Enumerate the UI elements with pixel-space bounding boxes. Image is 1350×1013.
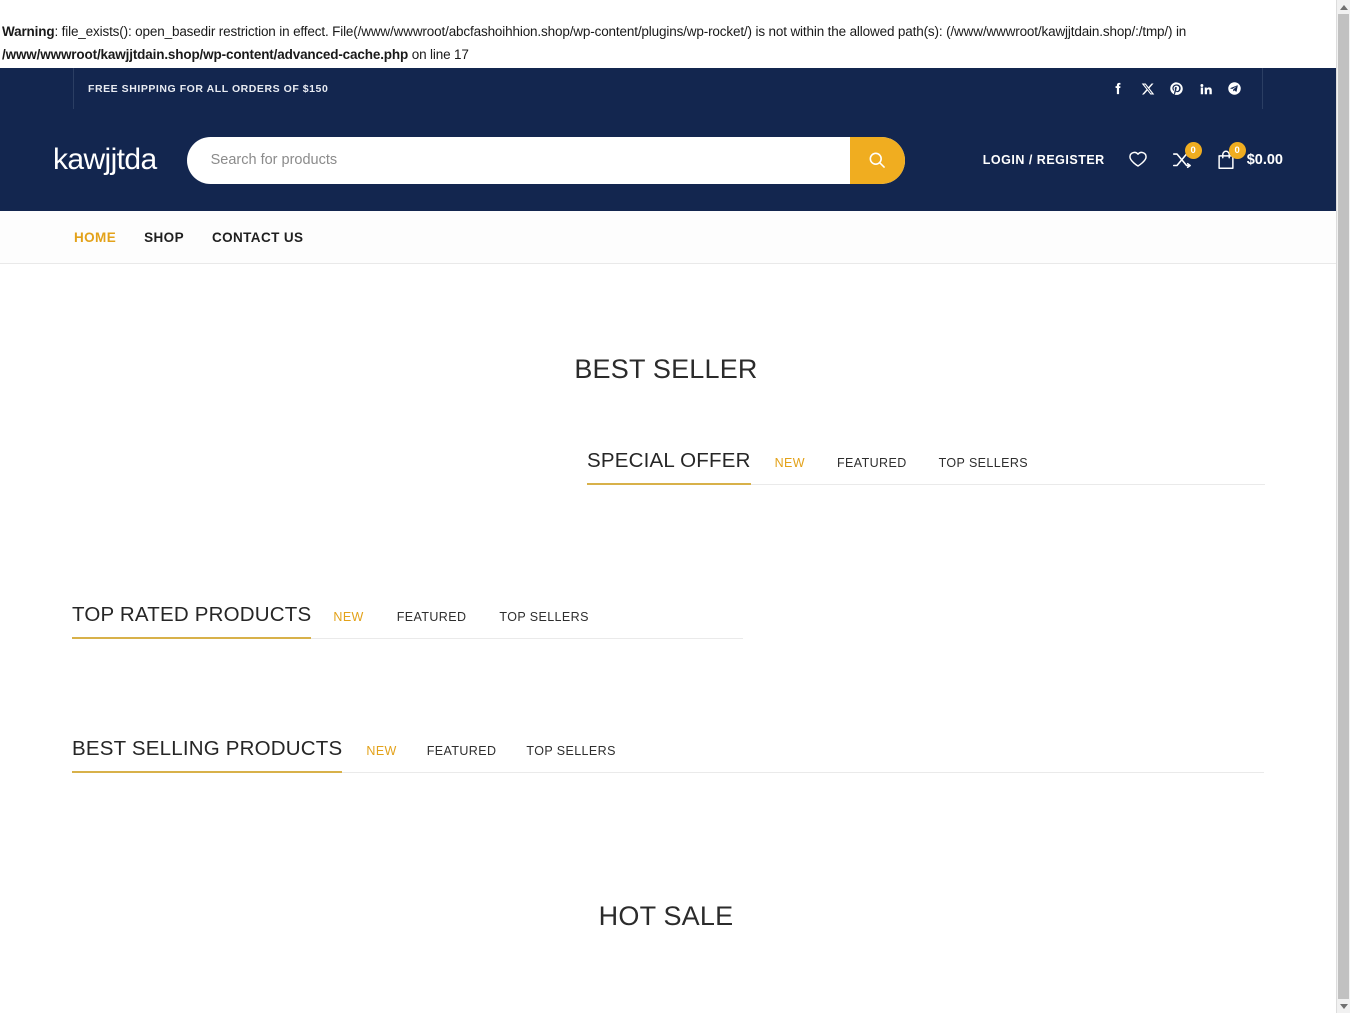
top-bar-inner: FREE SHIPPING FOR ALL ORDERS OF $150 [73, 68, 1263, 109]
nav-inner: HOME SHOP CONTACT US [72, 230, 1264, 245]
tab-top-rated-top-sellers[interactable]: TOP SELLERS [499, 610, 588, 638]
php-warning-path: /www/wwwroot/kawjjtdain.shop/wp-content/… [2, 47, 408, 62]
x-twitter-icon[interactable] [1140, 81, 1155, 96]
best-selling-products-tabs: BEST SELLING PRODUCTS NEW FEATURED TOP S… [72, 737, 1264, 773]
scroll-down-button[interactable] [1337, 999, 1350, 1013]
tab-special-featured[interactable]: FEATURED [837, 456, 907, 484]
search-bar [187, 137, 905, 184]
best-seller-heading: BEST SELLER [0, 354, 1334, 385]
top-rated-products-tabs: TOP RATED PRODUCTS NEW FEATURED TOP SELL… [72, 603, 743, 639]
header-inner: kawjjtda LOGIN / REGISTER [53, 137, 1283, 184]
compare-button[interactable]: 0 [1171, 149, 1193, 171]
chevron-up-icon [1340, 5, 1348, 10]
search-icon [867, 150, 887, 170]
php-warning-label: Warning [2, 24, 54, 39]
browser-page: Warning: file_exists(): open_basedir res… [0, 0, 1350, 1013]
linkedin-icon[interactable] [1198, 81, 1213, 96]
nav-item-contact-us[interactable]: CONTACT US [212, 230, 304, 245]
cart-total-amount: $0.00 [1247, 152, 1283, 168]
php-warning-message: Warning: file_exists(): open_basedir res… [0, 0, 1336, 76]
compare-count-badge: 0 [1185, 142, 1202, 159]
search-button[interactable] [850, 137, 905, 184]
site-logo[interactable]: kawjjtda [53, 143, 157, 177]
cart-count-badge: 0 [1229, 142, 1246, 159]
php-warning-text-before: : file_exists(): open_basedir restrictio… [54, 24, 1186, 39]
vertical-scrollbar[interactable] [1336, 0, 1350, 1013]
site-header: kawjjtda LOGIN / REGISTER [0, 109, 1336, 211]
tab-special-new[interactable]: NEW [775, 456, 805, 484]
main-navigation: HOME SHOP CONTACT US [0, 211, 1336, 264]
heart-icon [1127, 149, 1149, 171]
hot-sale-heading: HOT SALE [0, 901, 1334, 932]
special-offer-tabs: SPECIAL OFFER NEW FEATURED TOP SELLERS [587, 449, 1265, 485]
pinterest-icon[interactable] [1169, 81, 1184, 96]
scroll-up-button[interactable] [1337, 0, 1350, 14]
php-warning-text-after: on line 17 [408, 47, 469, 62]
login-register-link[interactable]: LOGIN / REGISTER [983, 153, 1105, 167]
header-actions: LOGIN / REGISTER 0 [983, 149, 1283, 171]
nav-item-shop[interactable]: SHOP [144, 230, 184, 245]
search-input[interactable] [187, 137, 905, 184]
facebook-icon[interactable] [1111, 81, 1126, 96]
top-announcement-bar: FREE SHIPPING FOR ALL ORDERS OF $150 [0, 68, 1336, 109]
tab-best-selling-new[interactable]: NEW [366, 744, 396, 772]
tab-top-rated-new[interactable]: NEW [333, 610, 363, 638]
tab-special-top-sellers[interactable]: TOP SELLERS [939, 456, 1028, 484]
tab-best-selling-top-sellers[interactable]: TOP SELLERS [526, 744, 615, 772]
wishlist-button[interactable] [1127, 149, 1149, 171]
cart-group[interactable]: 0 $0.00 [1215, 149, 1283, 171]
tab-best-selling-products[interactable]: BEST SELLING PRODUCTS [72, 737, 342, 773]
tab-best-selling-featured[interactable]: FEATURED [427, 744, 497, 772]
nav-item-home[interactable]: HOME [74, 230, 116, 245]
free-shipping-text: FREE SHIPPING FOR ALL ORDERS OF $150 [88, 83, 328, 95]
tab-special-offer[interactable]: SPECIAL OFFER [587, 449, 751, 485]
tab-top-rated-products[interactable]: TOP RATED PRODUCTS [72, 603, 311, 639]
page-content: BEST SELLER SPECIAL OFFER NEW FEATURED T… [0, 264, 1336, 1013]
tab-top-rated-featured[interactable]: FEATURED [397, 610, 467, 638]
telegram-icon[interactable] [1227, 81, 1242, 96]
cart-button[interactable]: 0 [1215, 149, 1237, 171]
chevron-down-icon [1340, 1004, 1348, 1009]
social-links [1111, 81, 1242, 96]
scrollbar-thumb[interactable] [1338, 14, 1349, 999]
